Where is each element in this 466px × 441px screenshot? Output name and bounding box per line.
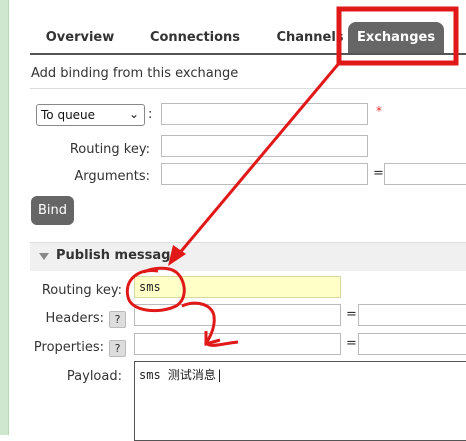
annotation-overlay <box>125 6 459 347</box>
annotation-arrow-line <box>176 61 342 256</box>
exchanges-highlight-box <box>336 6 459 66</box>
annotation-squiggle <box>181 301 239 347</box>
annotation-circle <box>125 266 186 313</box>
